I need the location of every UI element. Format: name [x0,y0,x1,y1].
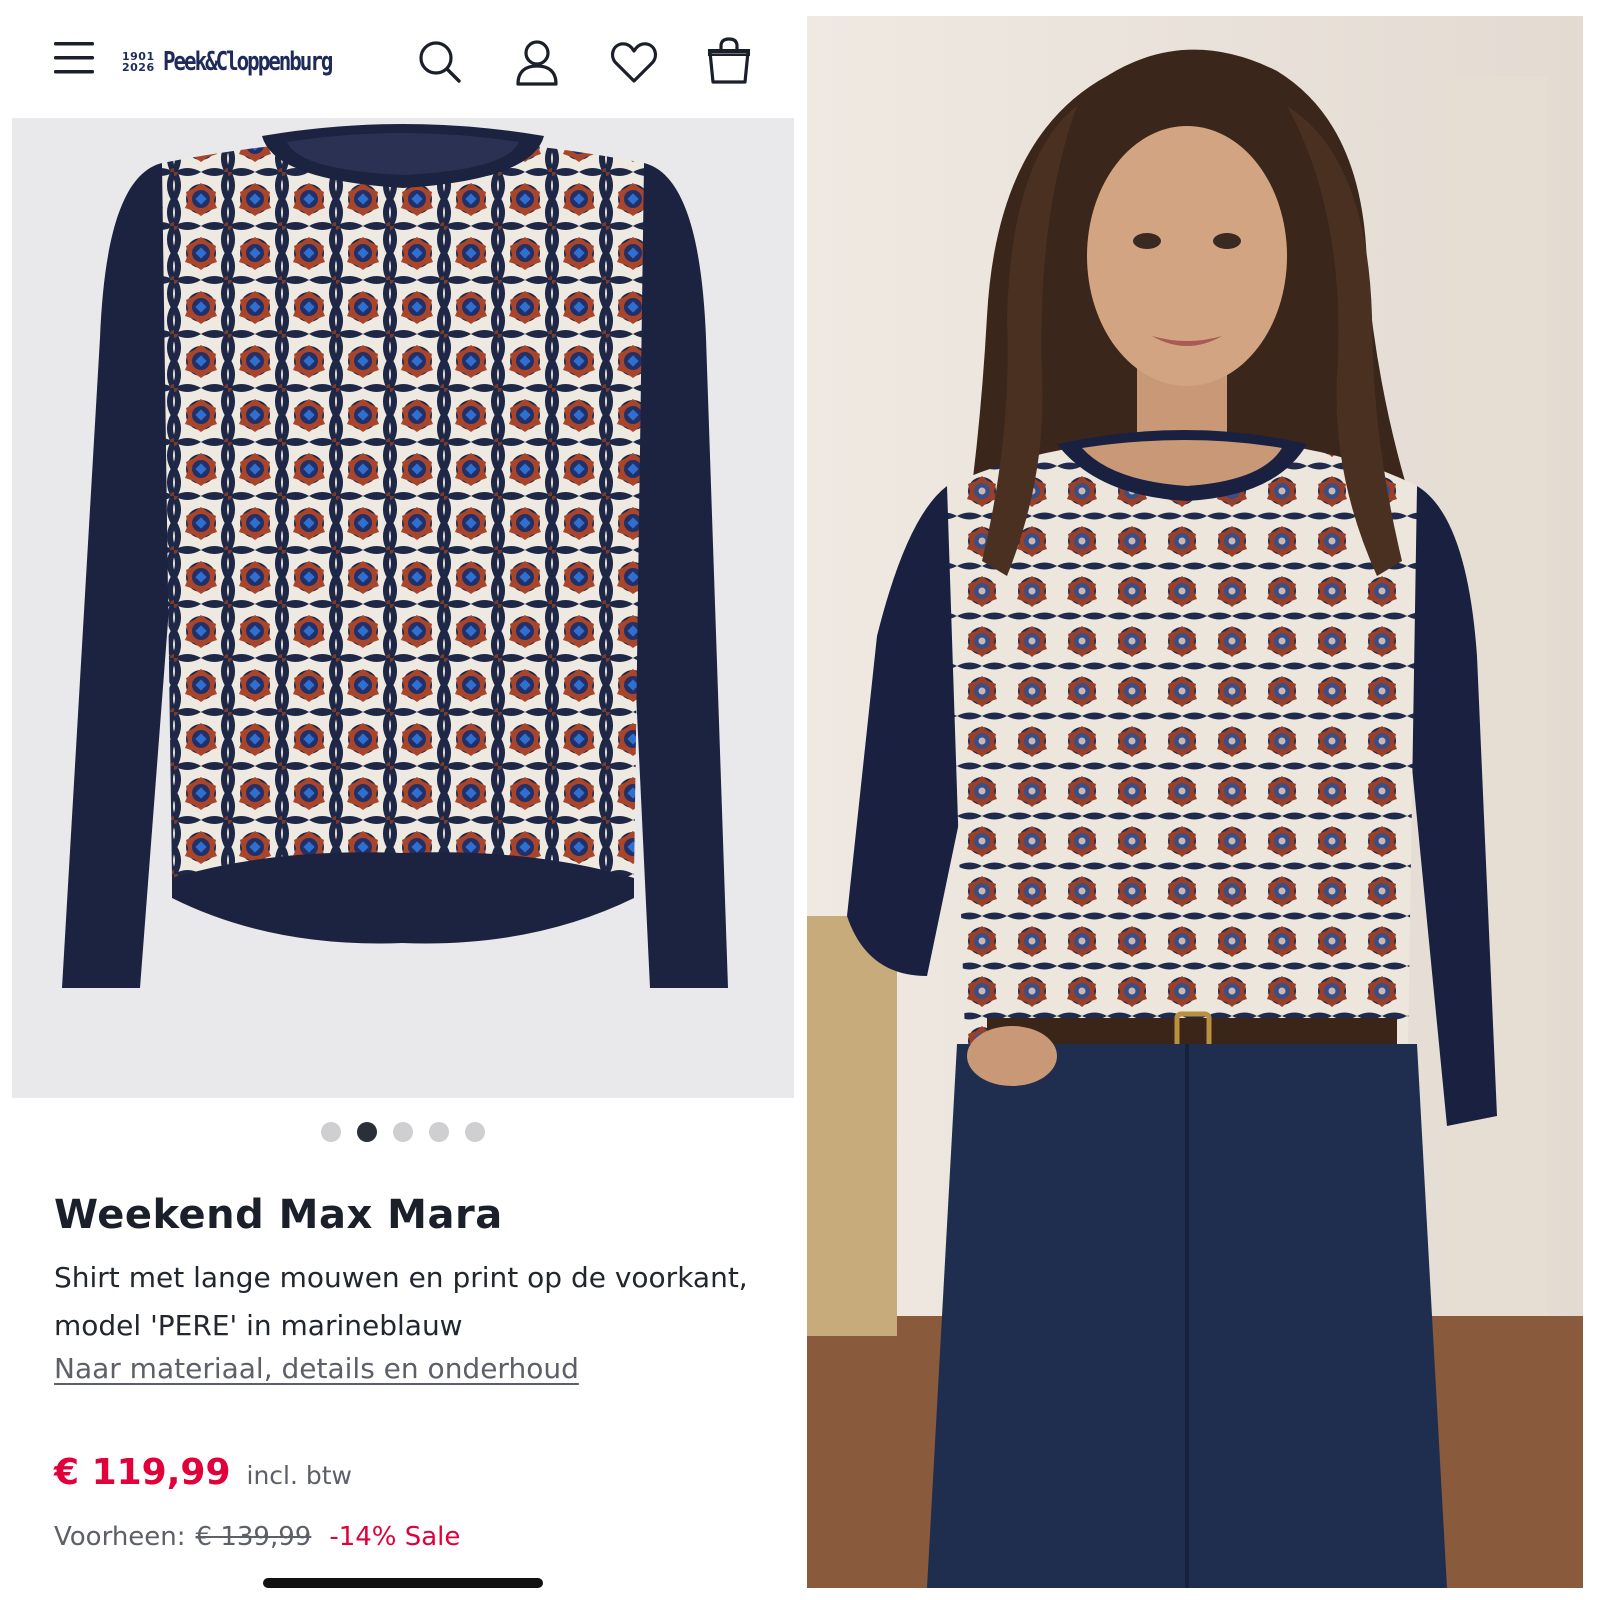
model-illustration [807,16,1583,1588]
model-photo [807,16,1583,1588]
search-icon[interactable] [416,38,464,86]
heart-icon[interactable] [610,40,658,84]
carousel-dot[interactable] [356,1122,377,1142]
price-row: € 119,99 incl. btw [54,1452,352,1493]
product-detail-screen: 1901 2026 Peek&Cloppenburg Weekend Max M… [0,0,795,1600]
previous-price-row: Voorheen: € 139,99 -14% Sale [54,1522,460,1552]
product-description: Shirt met lange mouwen en print op de vo… [54,1261,748,1342]
logo-years: 1901 2026 [122,51,155,73]
top-navigation-bar: 1901 2026 Peek&Cloppenburg [0,30,795,94]
home-indicator[interactable] [263,1578,543,1588]
previous-price-label: Voorheen: [54,1522,186,1552]
logo-wordmark: Peek&Cloppenburg [162,47,333,77]
current-price: € 119,99 [54,1452,231,1493]
carousel-dots [0,1122,795,1144]
store-logo[interactable]: 1901 2026 Peek&Cloppenburg [122,44,373,80]
bag-icon[interactable] [706,36,752,86]
carousel-dot[interactable] [320,1122,341,1142]
vat-note: incl. btw [246,1461,353,1490]
previous-price: € 139,99 [195,1522,312,1552]
product-image[interactable] [12,118,794,1098]
logo-year-end: 2026 [122,61,155,74]
discount-badge: -14% Sale [329,1522,461,1552]
carousel-dot[interactable] [464,1122,485,1142]
shirt-packshot [62,124,728,988]
user-icon[interactable] [514,38,560,86]
carousel-dot[interactable] [392,1122,413,1142]
carousel-dot[interactable] [428,1122,449,1142]
details-link[interactable]: Naar materiaal, details en onderhoud [54,1352,579,1385]
product-brand[interactable]: Weekend Max Mara [54,1192,503,1238]
menu-icon[interactable] [54,38,96,78]
